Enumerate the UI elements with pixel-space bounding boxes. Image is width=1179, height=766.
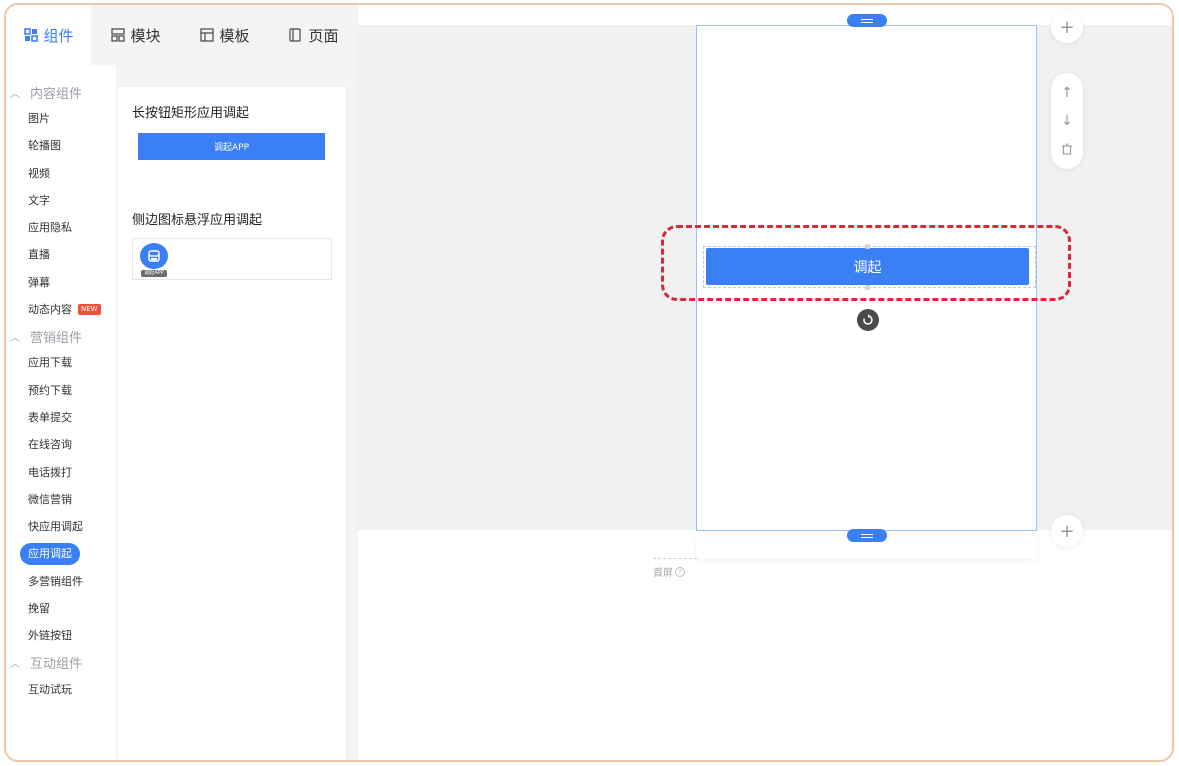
rotate-icon[interactable] (857, 309, 879, 331)
plus-icon: + (1059, 520, 1075, 542)
nav-item-label: 动态内容 (28, 303, 72, 317)
tab-components-label: 组件 (43, 26, 74, 45)
module-icon (110, 28, 125, 42)
nav-item-app-download[interactable]: 应用下载 (6, 349, 116, 376)
tab-modules-label: 模块 (130, 26, 161, 45)
bottom-resize-handle[interactable] (847, 529, 887, 542)
nav-item-danmaku[interactable]: 弹幕 (6, 269, 116, 296)
app-frame: 组件 模块 模板 页面 ︿ 内容组件 图片 轮播图 视频 文字 应用隐私 直播 … (4, 3, 1174, 762)
nav-item-multi-marketing[interactable]: 多营销组件 (6, 568, 116, 595)
app-launch-float-icon[interactable] (140, 243, 168, 269)
first-screen-indicator: 首屏 ? (653, 564, 685, 579)
tab-templates-label: 模板 (219, 26, 250, 45)
nav-item-wechat-marketing[interactable]: 微信营销 (6, 486, 116, 513)
nav-item-online-consult[interactable]: 在线咨询 (6, 431, 116, 458)
template-icon (199, 28, 214, 42)
long-button-component-preview[interactable]: 调起APP (138, 133, 325, 160)
tab-modules[interactable]: 模块 (91, 5, 180, 65)
nav-item-label: 预约下载 (28, 383, 72, 397)
nav-item-label: 在线咨询 (28, 438, 72, 452)
tab-pages[interactable]: 页面 (269, 5, 358, 65)
float-icon-component-preview[interactable]: 调起APP (132, 238, 332, 280)
section-float-icon-title: 侧边图标悬浮应用调起 (132, 213, 263, 228)
nav-item-label: 互动试玩 (28, 682, 72, 696)
nav-item-external-link-button[interactable]: 外链按钮 (6, 622, 116, 649)
nav-item-label: 视频 (28, 166, 50, 180)
nav-item-label: 表单提交 (28, 410, 72, 424)
tab-components[interactable]: 组件 (6, 5, 92, 65)
nav-item-label: 电话拨打 (28, 465, 72, 479)
help-icon[interactable]: ? (675, 566, 685, 577)
nav-item-video[interactable]: 视频 (6, 160, 116, 187)
add-section-below-button[interactable]: + (1051, 515, 1083, 547)
component-icon (23, 28, 38, 42)
section-long-button-title: 长按钮矩形应用调起 (132, 106, 250, 121)
first-screen-divider (653, 558, 697, 559)
group-marketing[interactable]: ︿ 营销组件 (6, 323, 116, 349)
nav-item-label: 挽留 (28, 602, 50, 616)
nav-item-live[interactable]: 直播 (6, 241, 116, 268)
nav-item-label: 文字 (28, 193, 50, 207)
new-badge: NEW (78, 304, 101, 316)
nav-item-label: 快应用调起 (28, 520, 83, 534)
highlight-annotation (661, 225, 1071, 301)
group-content-label: 内容组件 (30, 86, 83, 102)
nav-item-interactive-trial[interactable]: 互动试玩 (6, 676, 116, 703)
nav-item-carousel[interactable]: 轮播图 (6, 132, 116, 159)
group-interactive-label: 互动组件 (30, 657, 83, 673)
nav-item-label: 图片 (28, 112, 50, 125)
first-screen-label: 首屏 (653, 568, 673, 579)
chevron-up-icon: ︿ (10, 332, 20, 344)
nav-item-label: 外链按钮 (28, 629, 72, 643)
tab-templates[interactable]: 模板 (180, 5, 269, 65)
component-panel: 长按钮矩形应用调起 调起APP 侧边图标悬浮应用调起 调起APP (118, 87, 346, 760)
top-resize-handle[interactable] (847, 14, 887, 27)
nav-item-app-privacy[interactable]: 应用隐私 (6, 214, 116, 241)
move-up-icon[interactable]: ↑ (1057, 83, 1077, 103)
nav-item-label: 弹幕 (28, 275, 50, 289)
delete-icon[interactable] (1057, 139, 1077, 159)
add-section-above-button[interactable]: + (1051, 11, 1083, 43)
group-content[interactable]: ︿ 内容组件 (6, 79, 116, 105)
move-down-icon[interactable]: ↓ (1057, 111, 1077, 131)
nav-item-label: 多营销组件 (28, 574, 83, 588)
group-marketing-label: 营销组件 (30, 330, 83, 346)
nav-item-dynamic-content[interactable]: 动态内容 NEW (6, 296, 116, 323)
nav-item-retention[interactable]: 挽留 (6, 595, 116, 622)
group-interactive[interactable]: ︿ 互动组件 (6, 650, 116, 676)
nav-item-label: 直播 (28, 248, 50, 262)
chevron-up-icon: ︿ (10, 88, 20, 100)
tab-pages-label: 页面 (308, 26, 339, 45)
side-toolbar: ↑ ↓ (1051, 73, 1083, 169)
nav-item-label: 轮播图 (28, 139, 61, 153)
top-tab-bar: 组件 模块 模板 页面 (6, 5, 358, 65)
nav-item-app-launch[interactable]: 应用调起 (6, 540, 116, 567)
nav-item-label: 应用隐私 (28, 221, 72, 235)
page-icon (288, 28, 302, 42)
nav-item-label: 微信营销 (28, 492, 72, 506)
plus-icon: + (1059, 16, 1075, 38)
nav-item-quick-app-launch[interactable]: 快应用调起 (6, 513, 116, 540)
chevron-up-icon: ︿ (10, 659, 20, 671)
nav-item-text[interactable]: 文字 (6, 187, 116, 214)
nav-item-label: 应用下载 (28, 356, 72, 370)
nav-item-phone-call[interactable]: 电话拨打 (6, 459, 116, 486)
float-icon-tag: 调起APP (141, 270, 167, 277)
nav-item-form-submit[interactable]: 表单提交 (6, 404, 116, 431)
nav-item-image[interactable]: 图片 (6, 105, 116, 132)
nav-item-label: 应用调起 (20, 543, 80, 566)
nav-item-preorder-download[interactable]: 预约下载 (6, 377, 116, 404)
component-category-nav: ︿ 内容组件 图片 轮播图 视频 文字 应用隐私 直播 弹幕 动态内容 NEW … (6, 65, 116, 760)
